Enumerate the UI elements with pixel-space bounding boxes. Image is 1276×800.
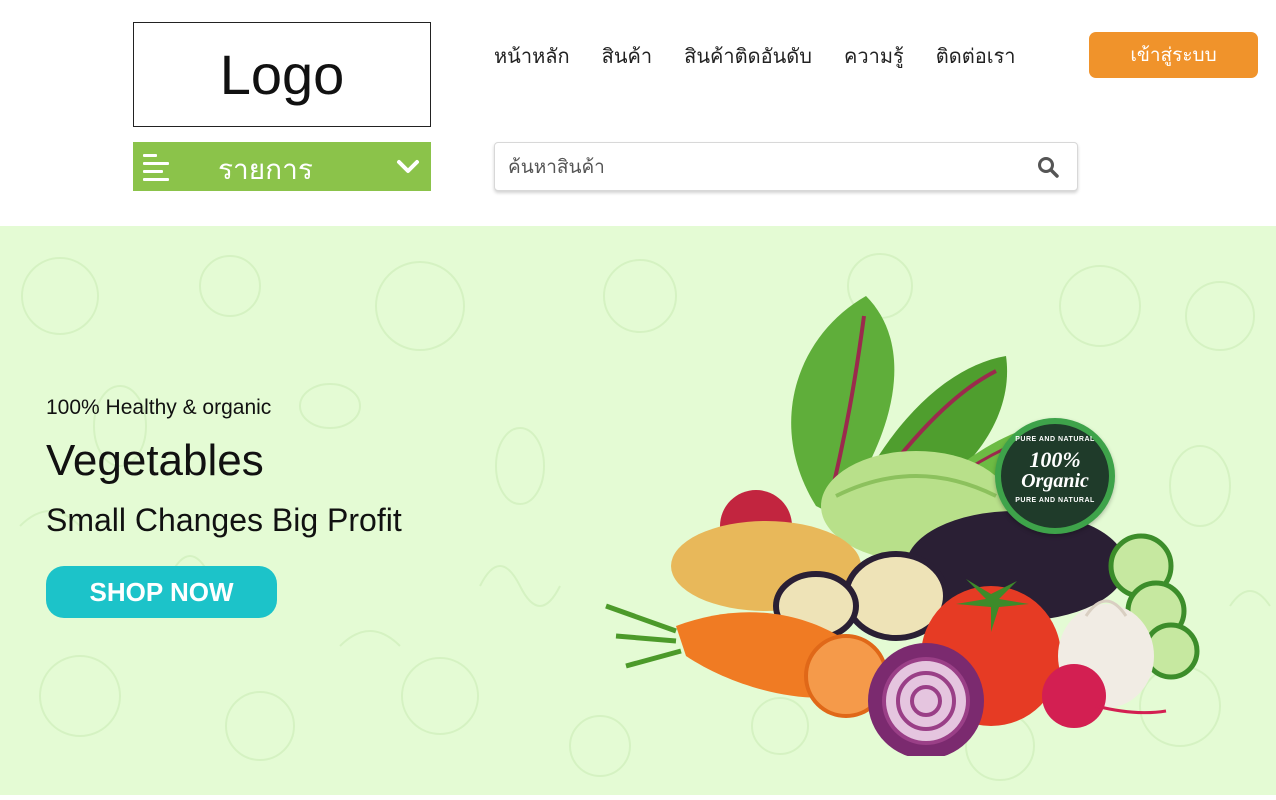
main-nav: หน้าหลัก สินค้า สินค้าติดอันดับ ความรู้ … [494, 40, 1016, 72]
login-button[interactable]: เข้าสู่ระบบ [1089, 32, 1258, 78]
nav-item-top-products[interactable]: สินค้าติดอันดับ [684, 40, 812, 72]
organic-badge-bottom-text: PURE AND NATURAL [1015, 497, 1095, 504]
organic-badge-percent: 100% [1029, 447, 1081, 472]
hamburger-icon [143, 154, 169, 181]
category-menu-dropdown[interactable]: รายการ [133, 142, 431, 191]
search-icon[interactable] [1037, 156, 1059, 178]
organic-badge-word: Organic [1021, 470, 1089, 492]
search-input[interactable] [508, 153, 1008, 181]
logo[interactable]: Logo [133, 22, 431, 127]
nav-item-knowledge[interactable]: ความรู้ [844, 40, 904, 72]
organic-badge-top-text: PURE AND NATURAL [1015, 436, 1095, 443]
shop-now-button[interactable]: SHOP NOW [46, 566, 277, 618]
nav-item-products[interactable]: สินค้า [602, 40, 653, 72]
organic-badge: PURE AND NATURAL 100% Organic PURE AND N… [995, 418, 1115, 534]
hero-eyebrow: 100% Healthy & organic [46, 396, 272, 419]
vegetables-image [605, 296, 1200, 756]
chevron-down-icon [397, 160, 419, 173]
nav-item-home[interactable]: หน้าหลัก [494, 40, 570, 72]
hero-tagline: Small Changes Big Profit [46, 502, 402, 538]
hero-banner: 100% Healthy & organic Vegetables Small … [0, 226, 1276, 795]
hero-headline: Vegetables [46, 436, 264, 485]
nav-item-contact[interactable]: ติดต่อเรา [936, 40, 1016, 72]
search-bar [494, 142, 1078, 191]
category-menu-label: รายการ [218, 153, 313, 186]
